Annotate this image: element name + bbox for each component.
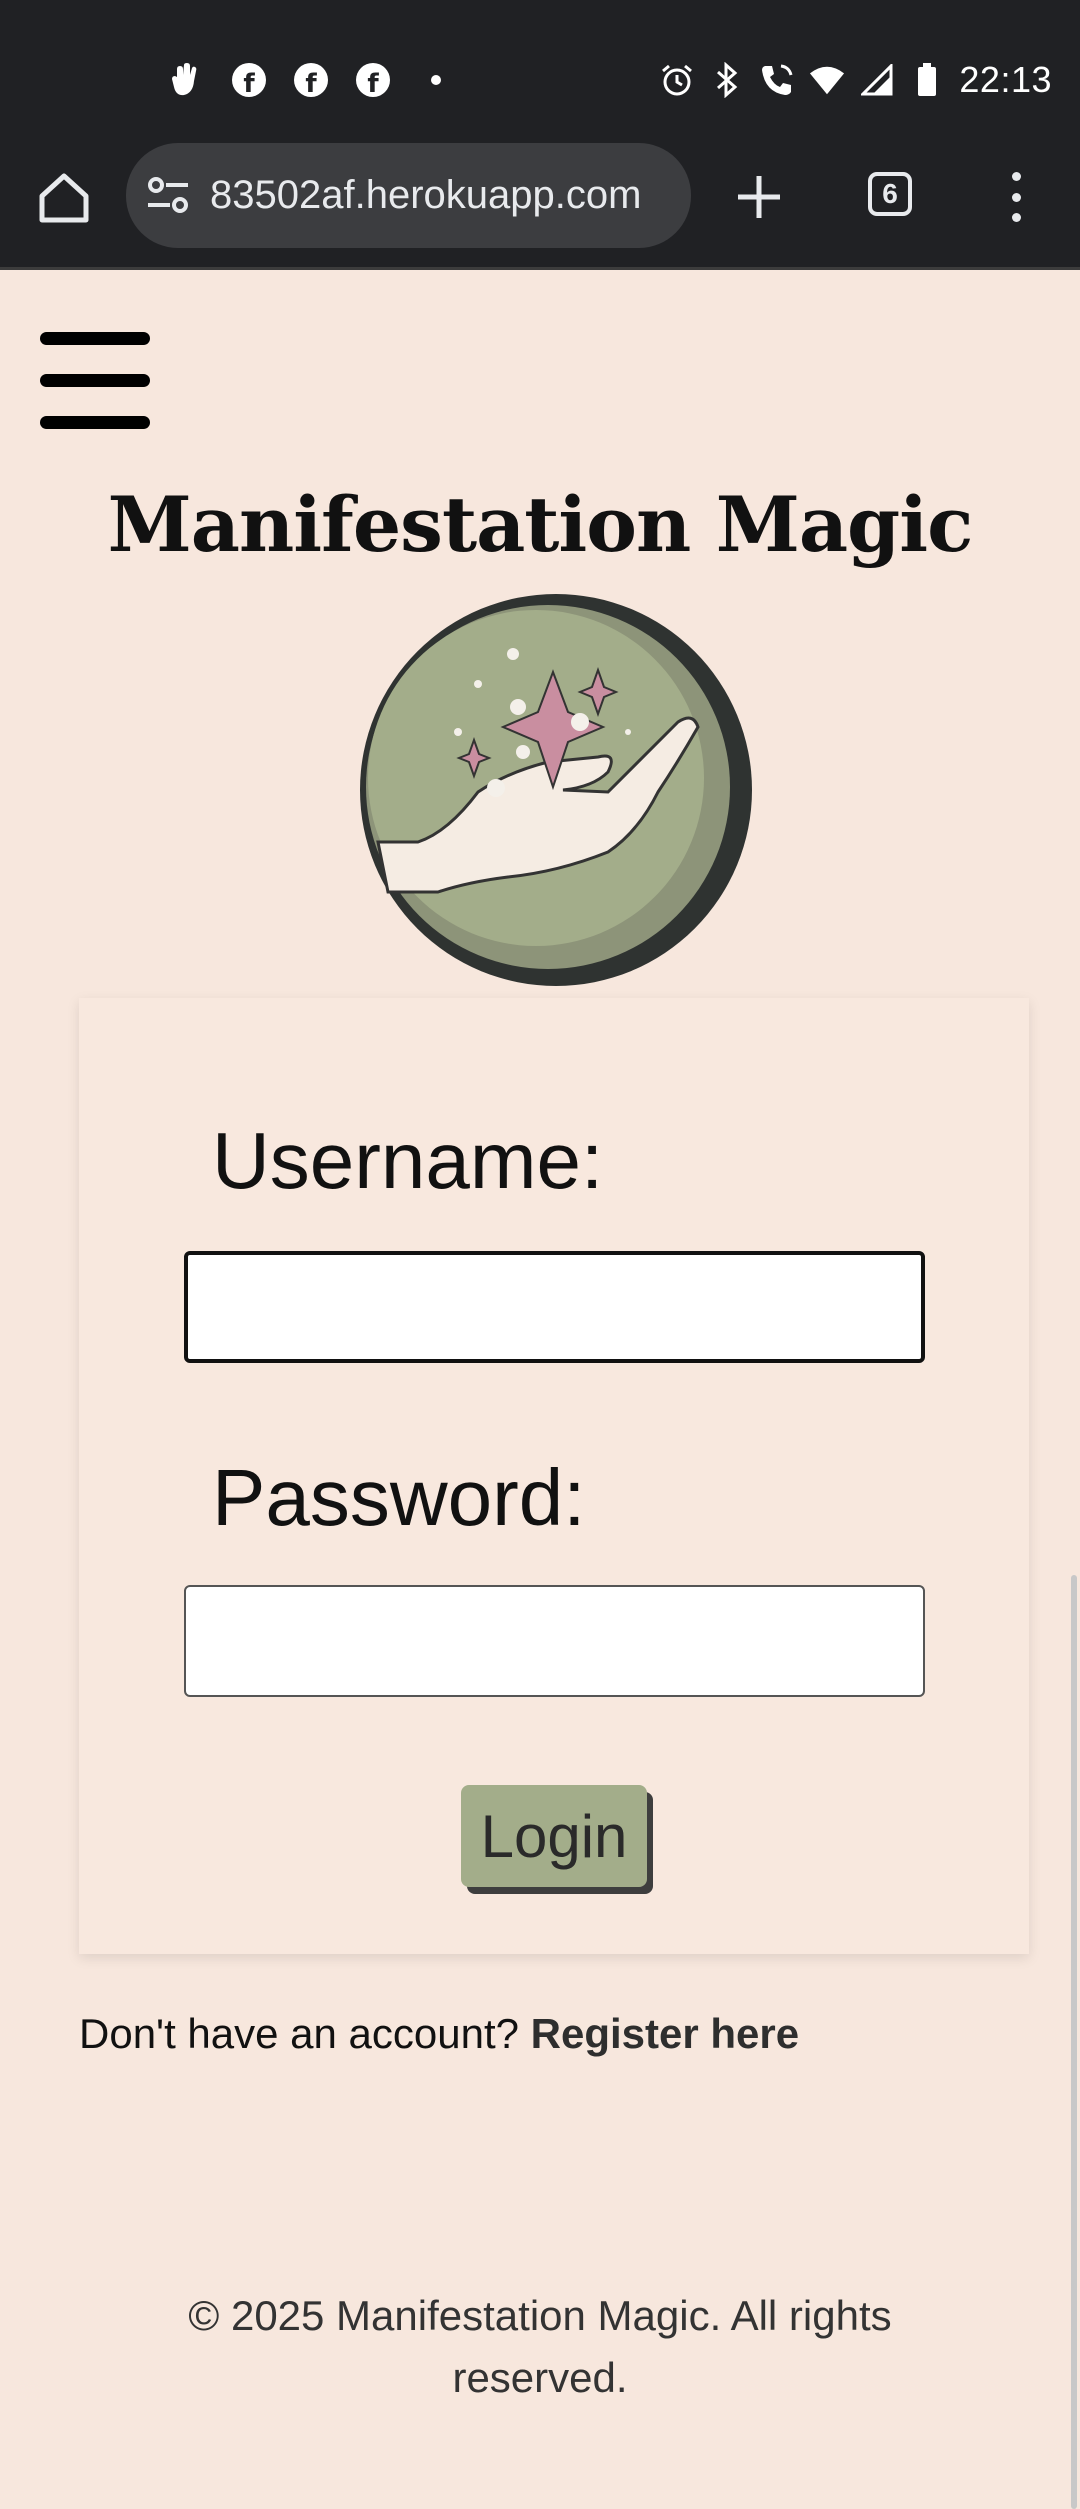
footer-copyright-cont: reserved. (452, 2354, 628, 2401)
browser-toolbar: 83502af.herokuapp.com 6 (0, 140, 1080, 270)
status-bar: f f f 22:13 (0, 0, 1080, 140)
wifi-icon (809, 62, 845, 98)
new-tab-icon[interactable] (734, 172, 784, 222)
footer-copyright: © 2025 Manifestation Magic. All rights (188, 2292, 892, 2339)
footer: © 2025 Manifestation Magic. All rights r… (160, 2285, 920, 2409)
site-settings-icon[interactable] (146, 175, 190, 215)
password-label: Password: (212, 1453, 586, 1542)
scrollbar[interactable] (1071, 1575, 1077, 2509)
hand-wave-icon (168, 62, 204, 98)
facebook-icon: f (294, 63, 328, 97)
alarm-icon (659, 62, 695, 98)
site-title: Manifestation Magic (107, 480, 974, 569)
password-input[interactable] (184, 1585, 925, 1697)
hamburger-menu-icon[interactable] (40, 332, 150, 430)
facebook-icon: f (356, 63, 390, 97)
home-icon[interactable] (36, 170, 92, 226)
wifi-call-icon (759, 62, 795, 98)
more-menu-icon[interactable] (1004, 172, 1028, 222)
facebook-icon: f (232, 63, 266, 97)
battery-icon (909, 62, 945, 98)
more-dot-icon (418, 62, 454, 98)
register-prompt: Don't have an account? (79, 2010, 531, 2057)
status-time: 22:13 (959, 59, 1052, 100)
signal-icon (859, 62, 895, 98)
register-prompt-line: Don't have an account? Register here (79, 2010, 799, 2058)
username-input[interactable] (184, 1251, 925, 1363)
login-form: Username: Password: Login (79, 998, 1029, 1954)
address-bar[interactable]: 83502af.herokuapp.com (126, 143, 691, 248)
bluetooth-icon (709, 62, 745, 98)
notification-icons: f f f (168, 60, 454, 100)
url-text[interactable]: 83502af.herokuapp.com (210, 143, 680, 248)
tab-switcher-button[interactable]: 6 (868, 172, 912, 216)
login-button[interactable]: Login (461, 1785, 647, 1887)
username-label: Username: (212, 1116, 604, 1205)
system-icons: 22:13 (659, 56, 1052, 104)
register-link[interactable]: Register here (531, 2010, 799, 2057)
crystal-ball-hand-logo (358, 592, 754, 988)
